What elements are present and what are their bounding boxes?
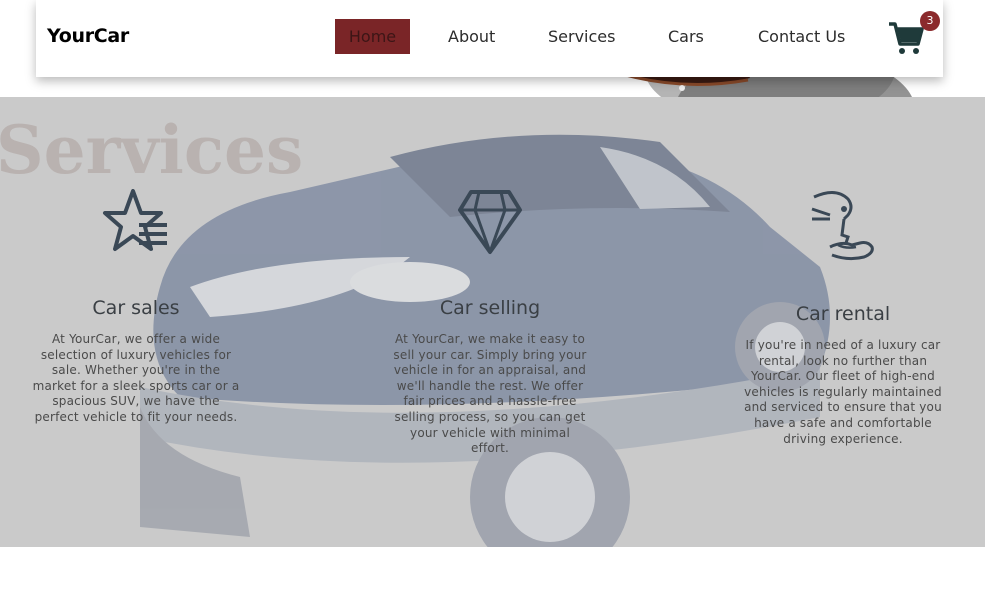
service-title: Car sales [92,297,180,319]
key-hand-icon [811,191,874,261]
service-card-car-selling: Car selling At YourCar, we make it easy … [390,189,590,457]
nav-item-cars[interactable]: Cars [668,19,704,54]
services-heading: Services [0,111,304,189]
service-title: Car rental [795,303,891,325]
service-description: At YourCar, we make it easy to sell your… [393,332,587,456]
cart-count-badge: 3 [920,11,940,31]
navbar: YourCar Home About Services Cars Contact… [36,0,943,77]
nav-item-home[interactable]: Home [335,19,410,54]
services-section: Services Car sales At YourCar, we offer … [0,97,985,547]
service-description: If you're in need of a luxury car rental… [744,338,942,446]
service-title: Car selling [439,297,541,319]
service-description: At YourCar, we offer a wide selection of… [32,332,240,424]
nav-item-about[interactable]: About [448,19,495,54]
nav-item-services[interactable]: Services [548,19,615,54]
service-card-car-rental: Car rental If you're in need of a luxury… [740,189,946,447]
nav-item-contact-us[interactable]: Contact Us [758,19,845,54]
star-list-icon [103,189,167,251]
brand-logo[interactable]: YourCar [47,25,129,47]
service-card-car-sales: Car sales At YourCar, we offer a wide se… [30,189,242,426]
page: Services Car sales At YourCar, we offer … [0,0,985,601]
diamond-icon [458,190,522,254]
shopping-cart-icon[interactable] [888,20,924,56]
